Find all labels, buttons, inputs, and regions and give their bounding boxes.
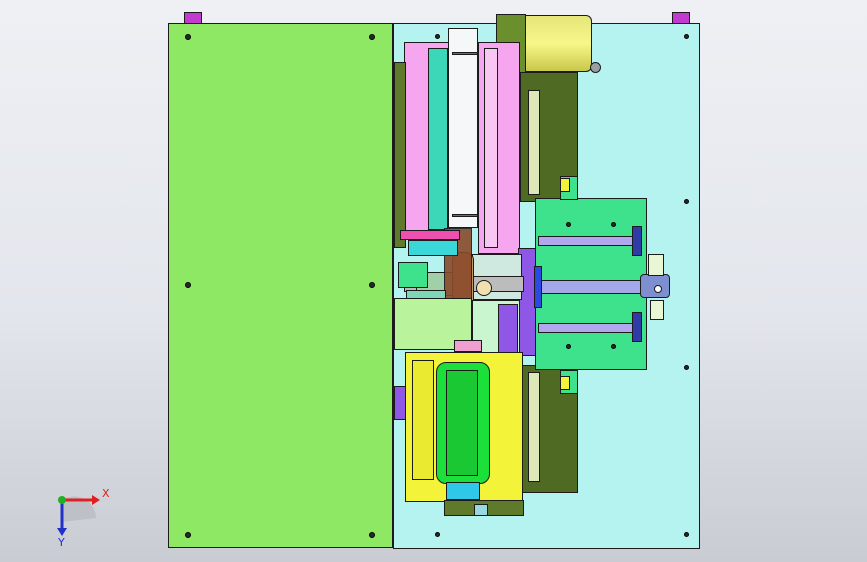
bolt-base-6	[684, 532, 689, 537]
y-axis-label: Y	[57, 536, 65, 549]
triad-origin	[58, 496, 66, 504]
bolt-carriage-2	[611, 222, 616, 227]
yellow-tab-top	[560, 178, 570, 192]
rod-clamp-lower	[632, 312, 642, 342]
rod-bracket	[648, 254, 664, 276]
axis-triad[interactable]: X Y	[40, 480, 120, 550]
bolt-base-4	[684, 365, 689, 370]
bottom-cap	[474, 504, 488, 516]
left-cover-plate[interactable]	[168, 23, 393, 548]
red-link	[452, 52, 478, 55]
rod-clamp-upper	[632, 226, 642, 256]
violet-strip-lower	[498, 304, 518, 358]
bolt-base-3	[684, 199, 689, 204]
red-link-2	[452, 214, 478, 217]
white-column	[448, 28, 478, 228]
pink-column-inner	[484, 48, 498, 248]
y-axis-arrow	[57, 528, 67, 536]
yellow-tab-bottom	[560, 376, 570, 390]
motor-top[interactable]	[520, 15, 592, 72]
bolt-left-tr	[369, 34, 375, 40]
rail-upper-inner	[528, 90, 540, 195]
teal-column	[428, 48, 448, 230]
green-motor-core	[446, 370, 478, 476]
bolt-left-ml	[185, 282, 191, 288]
x-axis-label: X	[102, 487, 110, 500]
cad-viewport[interactable]: X Y	[0, 0, 867, 562]
pink-connector	[454, 340, 482, 352]
green-hub	[398, 262, 428, 288]
bolt-base-2	[684, 34, 689, 39]
rod-end-eye	[654, 285, 662, 293]
bolt-left-tl	[185, 34, 191, 40]
bolt-base-1	[435, 34, 440, 39]
cyan-coupling	[446, 482, 480, 500]
bolt-left-br	[369, 532, 375, 538]
gear-hub	[476, 280, 492, 296]
left-olive-bar	[394, 62, 406, 248]
bolt-carriage-4	[611, 344, 616, 349]
rod-bracket-lower	[650, 300, 664, 320]
x-axis-arrow	[92, 495, 100, 505]
yellow-frame-inner	[412, 360, 434, 480]
cyan-bush	[408, 240, 458, 256]
bolt-carriage-3	[566, 344, 571, 349]
magenta-pin	[400, 230, 460, 240]
blue-connector	[534, 266, 542, 308]
bolt-base-5	[435, 532, 440, 537]
bolt-carriage-1	[566, 222, 571, 227]
motor-knob	[590, 62, 601, 73]
guide-rod-lower	[538, 323, 634, 333]
bolt-left-bl	[185, 532, 191, 538]
rail-lower-inner	[528, 372, 540, 482]
bolt-left-mr	[369, 282, 375, 288]
guide-rod-upper	[538, 236, 634, 246]
